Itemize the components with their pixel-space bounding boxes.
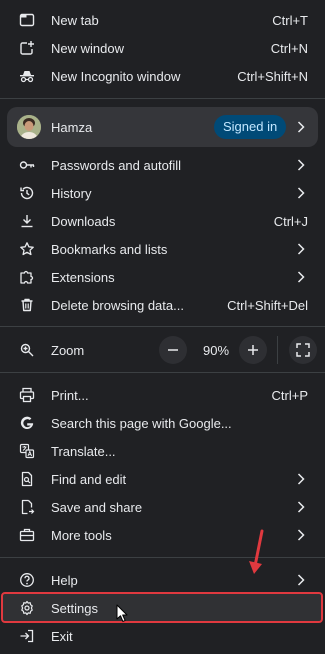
menu-item-shortcut: Ctrl+Shift+Del xyxy=(227,297,308,313)
chrome-main-menu: New tab Ctrl+T New window Ctrl+N New Inc… xyxy=(0,0,325,654)
zoom-divider xyxy=(277,336,278,364)
red-arrow-annotation xyxy=(249,529,264,574)
help-icon xyxy=(19,572,35,588)
chevron-right-icon xyxy=(296,187,306,199)
fullscreen-button[interactable] xyxy=(289,336,317,364)
exit-icon xyxy=(19,628,35,644)
avatar xyxy=(17,115,41,139)
history-icon xyxy=(19,185,35,201)
menu-item-label: History xyxy=(51,185,92,201)
menu-item-label: Passwords and autofill xyxy=(51,157,182,173)
menu-item-label: Save and share xyxy=(51,499,143,515)
zoom-level: 90% xyxy=(202,343,230,358)
chevron-right-icon xyxy=(296,574,306,586)
menu-item-label: Help xyxy=(51,572,78,588)
chevron-right-icon xyxy=(296,473,306,485)
trash-icon xyxy=(19,297,35,313)
menu-item-more-tools[interactable]: More tools xyxy=(0,521,325,549)
menu-item-label: New tab xyxy=(51,12,99,28)
menu-item-search-google[interactable]: Search this page with Google... xyxy=(0,409,325,437)
menu-item-shortcut: Ctrl+J xyxy=(273,213,308,229)
menu-item-shortcut: Ctrl+N xyxy=(270,40,308,56)
printer-icon xyxy=(19,387,35,403)
menu-item-translate[interactable]: Translate... xyxy=(0,437,325,465)
menu-item-label: Search this page with Google... xyxy=(51,415,232,431)
menu-item-label: Bookmarks and lists xyxy=(51,241,168,257)
menu-item-label: Zoom xyxy=(51,342,85,358)
menu-item-shortcut: Ctrl+Shift+N xyxy=(237,68,308,84)
menu-item-shortcut: Ctrl+P xyxy=(271,387,308,403)
translate-icon xyxy=(19,443,35,459)
signed-in-badge: Signed in xyxy=(214,115,287,139)
save-share-icon xyxy=(19,499,35,515)
chevron-right-icon xyxy=(297,121,305,133)
separator xyxy=(0,98,325,99)
menu-item-settings[interactable]: Settings xyxy=(0,594,325,622)
menu-item-history[interactable]: History xyxy=(0,179,325,207)
menu-item-label: Delete browsing data... xyxy=(51,297,184,313)
menu-item-label: Settings xyxy=(51,600,98,616)
menu-item-save-share[interactable]: Save and share xyxy=(0,493,325,521)
menu-item-label: Downloads xyxy=(51,213,116,229)
menu-item-print[interactable]: Print... Ctrl+P xyxy=(0,381,325,409)
separator xyxy=(0,557,325,558)
key-icon xyxy=(19,157,35,173)
menu-item-label: Find and edit xyxy=(51,471,127,487)
menu-item-new-tab[interactable]: New tab Ctrl+T xyxy=(0,6,325,34)
chevron-right-icon xyxy=(296,529,306,541)
incognito-icon xyxy=(19,68,35,84)
menu-item-shortcut: Ctrl+T xyxy=(272,12,308,28)
menu-item-new-incognito[interactable]: New Incognito window Ctrl+Shift+N xyxy=(0,62,325,90)
zoom-out-button[interactable] xyxy=(159,336,187,364)
chevron-right-icon xyxy=(296,243,306,255)
menu-item-passwords[interactable]: Passwords and autofill xyxy=(0,151,325,179)
menu-item-bookmarks[interactable]: Bookmarks and lists xyxy=(0,235,325,263)
menu-item-find-edit[interactable]: Find and edit xyxy=(0,465,325,493)
zoom-in-button[interactable] xyxy=(239,336,267,364)
profile-row[interactable]: Hamza Signed in xyxy=(7,107,318,147)
puzzle-icon xyxy=(19,269,35,285)
profile-name: Hamza xyxy=(51,120,93,135)
minus-icon xyxy=(168,349,178,351)
menu-item-label: New Incognito window xyxy=(51,68,181,84)
menu-item-label: New window xyxy=(51,40,124,56)
gear-icon xyxy=(19,600,35,616)
new-tab-icon xyxy=(19,12,35,28)
fullscreen-icon xyxy=(296,343,310,357)
menu-item-downloads[interactable]: Downloads Ctrl+J xyxy=(0,207,325,235)
menu-item-extensions[interactable]: Extensions xyxy=(0,263,325,291)
chevron-right-icon xyxy=(296,159,306,171)
zoom-icon xyxy=(19,342,35,358)
google-icon xyxy=(19,415,35,431)
new-window-icon xyxy=(19,40,35,56)
menu-item-help[interactable]: Help xyxy=(0,566,325,594)
menu-item-delete-browsing-data[interactable]: Delete browsing data... Ctrl+Shift+Del xyxy=(0,291,325,319)
menu-item-label: More tools xyxy=(51,527,112,543)
find-icon xyxy=(19,471,35,487)
star-icon xyxy=(19,241,35,257)
plus-icon xyxy=(248,345,258,355)
separator xyxy=(0,326,325,327)
menu-item-label: Print... xyxy=(51,387,89,403)
separator xyxy=(0,372,325,373)
menu-item-label: Translate... xyxy=(51,443,116,459)
menu-item-label: Extensions xyxy=(51,269,115,285)
menu-item-new-window[interactable]: New window Ctrl+N xyxy=(0,34,325,62)
menu-item-exit[interactable]: Exit xyxy=(0,622,325,650)
menu-item-label: Exit xyxy=(51,628,73,644)
download-icon xyxy=(19,213,35,229)
chevron-right-icon xyxy=(296,271,306,283)
mouse-cursor-icon xyxy=(116,604,128,622)
chevron-right-icon xyxy=(296,501,306,513)
toolbox-icon xyxy=(19,527,35,543)
